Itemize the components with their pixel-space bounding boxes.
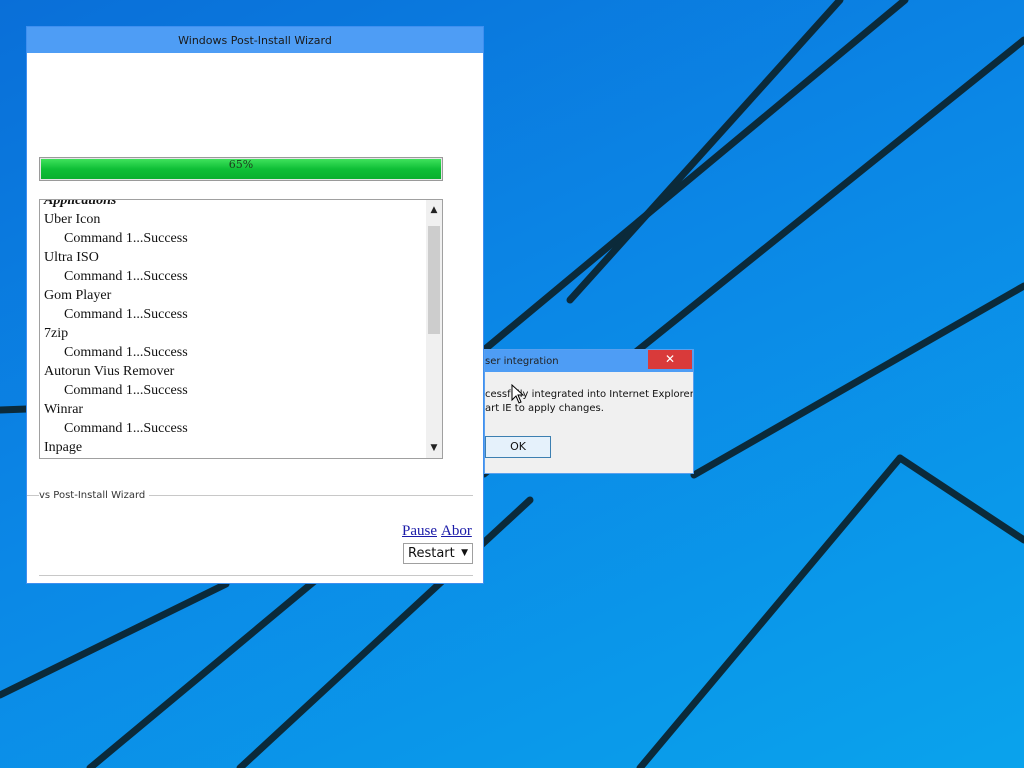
log-line: Winrar	[44, 402, 84, 417]
chevron-down-icon: ▼	[461, 548, 468, 558]
group-label: vs Post-Install Wizard	[39, 490, 150, 501]
wizard-title: Windows Post-Install Wizard	[27, 27, 483, 53]
log-scrollbar[interactable]: ▲ ▼	[426, 200, 442, 458]
close-button[interactable]: ✕	[648, 350, 692, 369]
log-line: Applications	[44, 199, 117, 208]
log-line: Uber Icon	[44, 212, 101, 227]
log-line: Ultra ISO	[44, 250, 99, 265]
restart-selected: Restart	[408, 546, 455, 561]
restart-dropdown[interactable]: Restart ▼	[403, 543, 473, 564]
pause-link[interactable]: Pause	[402, 523, 437, 540]
log-listbox[interactable]: Applications Uber Icon Command 1...Success…	[39, 199, 443, 459]
log-line: Autorun Vius Remover	[44, 364, 175, 379]
log-line: Command 1...Success	[64, 269, 188, 284]
ie-integration-dialog: ser integration ✕ cessfully integrated i…	[484, 349, 694, 474]
log-line: Command 1...Success	[64, 383, 188, 398]
log-line: 7zip	[44, 326, 69, 341]
log-line: Gom Player	[44, 288, 112, 303]
log-line: Command 1...Success	[64, 231, 188, 246]
progress-bar: 65%	[39, 157, 443, 181]
close-icon: ✕	[664, 352, 676, 366]
log-line: Command 1...Success	[64, 421, 188, 436]
log-line: Inpage	[44, 440, 83, 455]
wizard-window: Windows Post-Install Wizard 65% Applicat…	[26, 26, 484, 584]
bottom-divider	[39, 575, 473, 576]
scroll-thumb[interactable]	[428, 226, 440, 334]
log-line: Command 1...Success	[64, 345, 188, 360]
abort-link[interactable]: Abor	[441, 523, 474, 540]
log-lines: Applications Uber Icon Command 1...Success…	[44, 199, 424, 457]
scroll-down-icon[interactable]: ▼	[426, 440, 442, 456]
progress-label: 65%	[228, 158, 254, 171]
mouse-pointer-icon	[511, 384, 525, 404]
log-line: Command 1...Success	[64, 307, 188, 322]
ok-button[interactable]: OK	[485, 436, 551, 458]
scroll-up-icon[interactable]: ▲	[426, 202, 442, 218]
